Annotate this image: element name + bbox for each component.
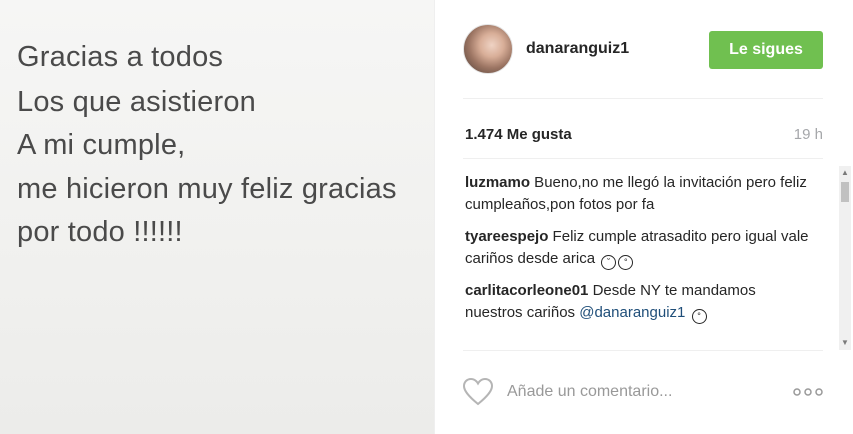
scroll-thumb[interactable]: [841, 182, 849, 202]
avatar[interactable]: [463, 24, 513, 74]
heart-icon[interactable]: [463, 378, 493, 406]
post-image-text-line: Los que asistieron: [17, 86, 256, 118]
comments-scrollbar[interactable]: ▲ ▼: [839, 166, 851, 350]
comment-input[interactable]: [507, 380, 777, 404]
comments-divider: [463, 350, 823, 351]
comment-item: tyareespejo Feliz cumple atrasadito pero…: [465, 226, 810, 270]
scroll-down-arrow-icon[interactable]: ▼: [839, 336, 851, 350]
username-link[interactable]: danaranguiz1: [526, 40, 629, 58]
post-image[interactable]: Gracias a todos Los que asistieron A mi …: [0, 0, 434, 434]
following-button[interactable]: Le sigues: [709, 31, 823, 69]
post-image-text-line: por todo !!!!!!: [17, 216, 183, 248]
emoji-icon: ˘: [601, 255, 617, 270]
post-image-text-line: A mi cumple,: [17, 129, 186, 161]
post-image-text-line: Gracias a todos: [17, 41, 224, 73]
comment-item: luzmamo Bueno,no me llegó la invitación …: [465, 172, 810, 216]
comment-author-link[interactable]: luzmamo: [465, 174, 530, 191]
scroll-up-arrow-icon[interactable]: ▲: [839, 166, 851, 180]
likes-count[interactable]: 1.474 Me gusta: [465, 126, 572, 143]
comment-item: carlitacorleone01 Desde NY te mandamos n…: [465, 280, 810, 324]
emoji-icon: °: [618, 255, 634, 270]
comments-list: luzmamo Bueno,no me llegó la invitación …: [465, 172, 810, 348]
comment-author-link[interactable]: carlitacorleone01: [465, 282, 588, 299]
post-side-panel: danaranguiz1 Le sigues 1.474 Me gusta 19…: [434, 0, 853, 434]
comment-bar: [463, 372, 823, 412]
post-timestamp[interactable]: 19 h: [794, 126, 823, 143]
more-options-icon[interactable]: [793, 388, 823, 396]
comment-author-link[interactable]: tyareespejo: [465, 228, 548, 245]
emoji-icon: °: [691, 309, 707, 324]
stats-divider: [463, 158, 823, 159]
header-divider: [463, 98, 823, 99]
mention-link[interactable]: @danaranguiz1: [579, 304, 685, 321]
post-image-text-line: me hicieron muy feliz gracias: [17, 173, 397, 205]
post-header: danaranguiz1 Le sigues: [463, 24, 823, 76]
